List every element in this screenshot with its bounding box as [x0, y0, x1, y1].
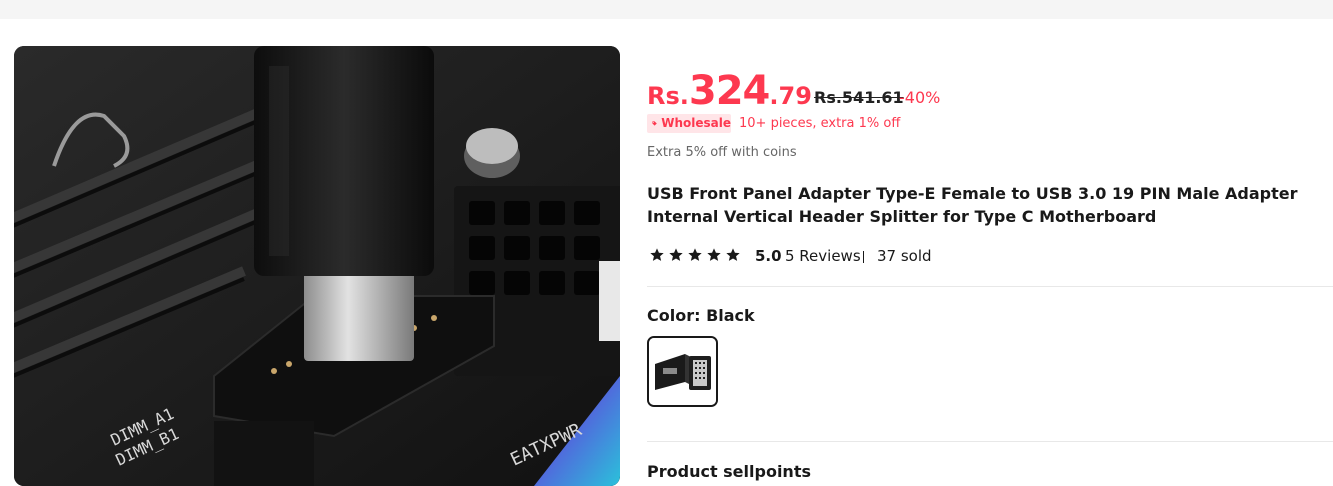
star-icon — [707, 248, 721, 261]
price-currency: Rs. — [647, 82, 689, 110]
star-icon — [688, 248, 702, 261]
star-icon — [726, 248, 740, 261]
product-title: USB Front Panel Adapter Type-E Female to… — [647, 184, 1298, 226]
original-price: Rs.541.61 — [814, 88, 904, 107]
divider — [647, 441, 1333, 442]
color-label: Color: Black — [647, 306, 755, 325]
sellpoints-heading: Product sellpoints — [647, 462, 811, 481]
reviews-link[interactable]: 5 Reviews — [785, 247, 861, 265]
rating-stars[interactable] — [649, 247, 741, 263]
price-decimal: .79 — [769, 82, 812, 110]
wholesale-badge-label: Wholesale — [661, 116, 731, 130]
discount-percent: -40% — [899, 88, 941, 107]
rating-separator — [863, 251, 864, 263]
star-icon — [650, 248, 664, 261]
divider — [647, 286, 1333, 287]
color-option-black[interactable] — [647, 336, 718, 407]
sold-count: 37 sold — [877, 247, 932, 265]
current-price: Rs.324.79 — [647, 68, 812, 114]
coins-discount-text: Extra 5% off with coins — [647, 145, 797, 160]
adapter-thumbnail — [649, 338, 716, 405]
product-main-image[interactable]: DIMM_A1 DIMM_B1 EATXPWR — [14, 46, 620, 486]
rating-score: 5.0 — [755, 247, 782, 265]
wholesale-badge[interactable]: Wholesale — [647, 114, 731, 133]
tag-icon — [652, 121, 657, 126]
price-integer: 324 — [688, 68, 770, 114]
wholesale-text: 10+ pieces, extra 1% off — [739, 116, 901, 131]
top-bar — [0, 0, 1333, 19]
star-icon — [669, 248, 683, 261]
